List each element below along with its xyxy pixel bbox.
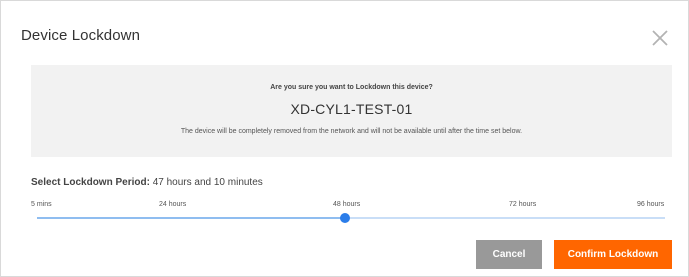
lockdown-period-slider[interactable]: [37, 217, 665, 219]
device-name: XD-CYL1-TEST-01: [290, 101, 413, 117]
device-lockdown-dialog: Device Lockdown Are you sure you want to…: [0, 0, 689, 277]
lockdown-period-readout: Select Lockdown Period: 47 hours and 10 …: [31, 177, 263, 188]
slider-fill: [37, 217, 345, 219]
slider-tick-96-hours: 96 hours: [637, 201, 665, 208]
confirmation-panel: Are you sure you want to Lockdown this d…: [31, 65, 672, 157]
cancel-button[interactable]: Cancel: [476, 240, 542, 269]
slider-tick-5-mins: 5 mins: [31, 201, 52, 208]
confirm-lockdown-button[interactable]: Confirm Lockdown: [554, 240, 672, 269]
slider-tick-24-hours: 24 hours: [159, 201, 187, 208]
close-icon[interactable]: [650, 28, 670, 48]
slider-thumb[interactable]: [339, 213, 350, 223]
lockdown-warning: The device will be completely removed fr…: [180, 128, 523, 135]
confirmation-question: Are you sure you want to Lockdown this d…: [270, 84, 433, 91]
slider-tick-72-hours: 72 hours: [509, 201, 537, 208]
dialog-title: Device Lockdown: [21, 27, 141, 44]
slider-tick-48-hours: 48 hours: [333, 201, 361, 208]
lockdown-period-label: Select Lockdown Period:: [31, 177, 150, 188]
lockdown-period-value: 47 hours and 10 minutes: [152, 177, 263, 188]
